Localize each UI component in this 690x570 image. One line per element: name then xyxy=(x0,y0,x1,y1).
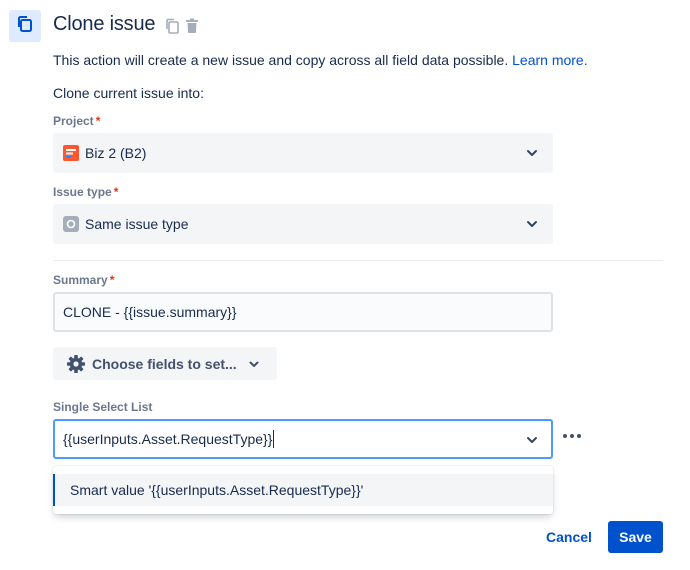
chevron-down-icon xyxy=(247,357,261,371)
text-caret xyxy=(273,430,275,448)
chevron-down-icon xyxy=(525,433,539,450)
save-button[interactable]: Save xyxy=(608,521,663,553)
summary-input[interactable] xyxy=(53,292,553,332)
chevron-down-icon xyxy=(525,146,539,163)
single-select-label: Single Select List xyxy=(53,400,153,414)
gear-icon xyxy=(66,354,86,374)
title-actions xyxy=(164,16,200,36)
description: This action will create a new issue and … xyxy=(53,52,588,68)
required-marker: * xyxy=(113,185,119,199)
choose-fields-button[interactable]: Choose fields to set... xyxy=(53,347,277,380)
clone-icon-badge xyxy=(9,10,41,42)
copy-icon[interactable] xyxy=(164,16,180,36)
learn-more-link[interactable]: Learn more. xyxy=(512,52,587,68)
required-marker: * xyxy=(95,114,101,128)
dropdown-menu: Smart value '{{userInputs.Asset.RequestT… xyxy=(53,466,553,514)
issue-type-label-text: Issue type xyxy=(53,185,112,199)
issue-type-icon xyxy=(63,216,79,232)
issue-type-select[interactable]: Same issue type xyxy=(53,204,553,244)
project-label: Project * xyxy=(53,114,100,128)
summary-label: Summary * xyxy=(53,273,114,287)
dropdown-option[interactable]: Smart value '{{userInputs.Asset.RequestT… xyxy=(53,474,553,506)
page-title: Clone issue xyxy=(53,13,156,35)
divider xyxy=(53,260,663,261)
trash-icon[interactable] xyxy=(184,16,200,36)
choose-fields-label: Choose fields to set... xyxy=(92,355,237,372)
required-marker: * xyxy=(109,273,115,287)
project-value: Biz 2 (B2) xyxy=(85,145,147,161)
clone-icon xyxy=(16,15,34,38)
single-select-input[interactable]: {{userInputs.Asset.RequestType}} xyxy=(53,419,553,459)
issue-type-label: Issue type * xyxy=(53,185,118,199)
summary-label-text: Summary xyxy=(53,273,108,287)
project-select[interactable]: Biz 2 (B2) xyxy=(53,133,553,173)
project-icon xyxy=(63,145,79,161)
clone-into-label: Clone current issue into: xyxy=(53,85,204,101)
issue-type-value: Same issue type xyxy=(85,216,189,232)
cancel-button[interactable]: Cancel xyxy=(538,521,600,553)
more-options-icon[interactable] xyxy=(560,426,584,446)
single-select-value: {{userInputs.Asset.RequestType}} xyxy=(63,431,273,447)
chevron-down-icon xyxy=(525,217,539,234)
description-text: This action will create a new issue and … xyxy=(53,52,509,68)
project-label-text: Project xyxy=(53,114,94,128)
